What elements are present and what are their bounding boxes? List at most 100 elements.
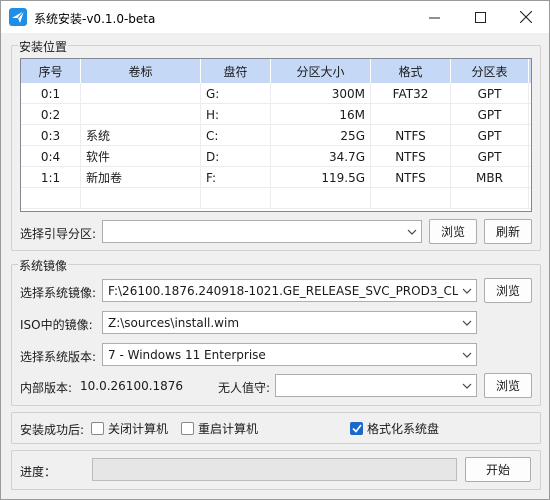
cell-drive: G: — [201, 83, 271, 104]
edition-select[interactable]: 7 - Windows 11 Enterprise — [102, 343, 477, 366]
column-header[interactable]: 分区大小 — [271, 59, 371, 83]
checkbox-box[interactable] — [91, 422, 104, 435]
edition-label: 选择系统版本: — [20, 350, 97, 364]
checkbox-box[interactable] — [350, 422, 363, 435]
checkbox-box[interactable] — [181, 422, 194, 435]
system-image-label: 系统镜像 — [18, 257, 69, 274]
cell-index: 0:1 — [21, 83, 81, 104]
table-body: 0:1 G: 300M FAT32 GPT 0:2 H: 16M GPT 0:3… — [21, 83, 531, 209]
app-icon — [9, 8, 27, 26]
checkmark-icon — [351, 424, 362, 433]
chevron-down-icon — [458, 312, 476, 333]
cell-empty — [371, 188, 451, 209]
progress-bar — [92, 458, 457, 481]
cell-partition-table: GPT — [451, 146, 529, 167]
table-row[interactable]: 0:4 软件 D: 34.7G NTFS GPT — [21, 146, 531, 167]
cell-index: 0:2 — [21, 104, 81, 125]
column-header[interactable]: 序号 — [21, 59, 81, 83]
internal-version-label: 内部版本: — [20, 381, 73, 395]
table-header: 序号 卷标 盘符 分区大小 格式 分区表 — [21, 59, 531, 83]
cell-size: 300M — [271, 83, 371, 104]
refresh-button[interactable]: 刷新 — [484, 219, 532, 244]
cell-size: 119.5G — [271, 167, 371, 188]
boot-partition-select[interactable] — [102, 220, 422, 243]
cell-label: 系统 — [81, 125, 201, 146]
image-select-label: 选择系统镜像: — [20, 286, 97, 300]
cell-partition-table: GPT — [451, 104, 529, 125]
cell-partition-table: GPT — [451, 125, 529, 146]
cell-partition-table: GPT — [451, 83, 529, 104]
edition-value: 7 - Windows 11 Enterprise — [108, 347, 266, 362]
table-row-empty — [21, 188, 531, 209]
maximize-icon — [474, 11, 486, 23]
unattend-label: 无人值守: — [218, 381, 271, 395]
unattend-browse-button[interactable]: 浏览 — [484, 373, 532, 398]
cell-format: NTFS — [371, 125, 451, 146]
restart-label: 重启计算机 — [198, 422, 259, 436]
app-window: 系统安装-v0.1.0-beta 安装位置 序号 卷标 盘符 分区大小 格式 分… — [0, 0, 550, 500]
column-header[interactable]: 分区表 — [451, 59, 529, 83]
cell-format: NTFS — [371, 146, 451, 167]
boot-browse-button[interactable]: 浏览 — [429, 219, 477, 244]
close-icon — [520, 11, 532, 23]
column-header[interactable]: 格式 — [371, 59, 451, 83]
chevron-down-icon — [458, 375, 476, 396]
cell-format: NTFS — [371, 167, 451, 188]
cell-label: 软件 — [81, 146, 201, 167]
cell-drive: D: — [201, 146, 271, 167]
iso-image-select[interactable]: Z:\sources\install.wim — [102, 311, 477, 334]
cell-index: 0:4 — [21, 146, 81, 167]
progress-label: 进度： — [20, 465, 57, 479]
column-header[interactable]: 卷标 — [81, 59, 201, 83]
shutdown-label: 关闭计算机 — [108, 422, 169, 436]
partition-table[interactable]: 序号 卷标 盘符 分区大小 格式 分区表 0:1 G: 300M FAT32 G… — [20, 58, 532, 212]
cell-size: 25G — [271, 125, 371, 146]
cell-format: FAT32 — [371, 83, 451, 104]
cell-partition-table: MBR — [451, 167, 529, 188]
cell-empty — [451, 188, 529, 209]
format-checkbox[interactable]: 格式化系统盘 — [350, 420, 439, 437]
minimize-button[interactable] — [411, 1, 457, 33]
cell-empty — [81, 188, 201, 209]
install-location-label: 安装位置 — [18, 38, 69, 55]
table-row[interactable]: 0:2 H: 16M GPT — [21, 104, 531, 125]
cell-format — [371, 104, 451, 125]
image-path-select[interactable]: F:\26100.1876.240918-1021.GE_RELEASE_SVC… — [102, 279, 477, 302]
cell-empty — [21, 188, 81, 209]
cell-index: 1:1 — [21, 167, 81, 188]
cell-size: 34.7G — [271, 146, 371, 167]
minimize-icon — [428, 17, 440, 18]
table-row[interactable]: 1:1 新加卷 F: 119.5G NTFS MBR — [21, 167, 531, 188]
internal-version-value: 10.0.26100.1876 — [80, 379, 184, 393]
cell-drive: H: — [201, 104, 271, 125]
cell-index: 0:3 — [21, 125, 81, 146]
window-title: 系统安装-v0.1.0-beta — [34, 12, 156, 26]
cell-label — [81, 104, 201, 125]
image-path-value: F:\26100.1876.240918-1021.GE_RELEASE_SVC… — [108, 283, 458, 298]
chevron-down-icon — [403, 221, 421, 242]
iso-image-label: ISO中的镜像: — [20, 318, 93, 332]
table-row[interactable]: 0:1 G: 300M FAT32 GPT — [21, 83, 531, 104]
chevron-down-icon — [458, 280, 476, 301]
close-button[interactable] — [503, 1, 549, 33]
title-bar[interactable]: 系统安装-v0.1.0-beta — [1, 1, 549, 33]
cell-label: 新加卷 — [81, 167, 201, 188]
cell-drive: C: — [201, 125, 271, 146]
chevron-down-icon — [458, 344, 476, 365]
format-label: 格式化系统盘 — [367, 422, 440, 436]
after-install-label: 安装成功后: — [20, 423, 85, 437]
shutdown-checkbox[interactable]: 关闭计算机 — [91, 420, 168, 437]
cell-empty — [271, 188, 371, 209]
cell-drive: F: — [201, 167, 271, 188]
column-header[interactable]: 盘符 — [201, 59, 271, 83]
table-row[interactable]: 0:3 系统 C: 25G NTFS GPT — [21, 125, 531, 146]
iso-image-value: Z:\sources\install.wim — [108, 315, 240, 330]
cell-empty — [201, 188, 271, 209]
start-button[interactable]: 开始 — [465, 457, 531, 482]
unattend-select[interactable] — [275, 374, 477, 397]
image-browse-button[interactable]: 浏览 — [484, 278, 532, 303]
restart-checkbox[interactable]: 重启计算机 — [181, 420, 258, 437]
cell-label — [81, 83, 201, 104]
boot-partition-label: 选择引导分区: — [20, 227, 97, 241]
maximize-button[interactable] — [457, 1, 503, 33]
